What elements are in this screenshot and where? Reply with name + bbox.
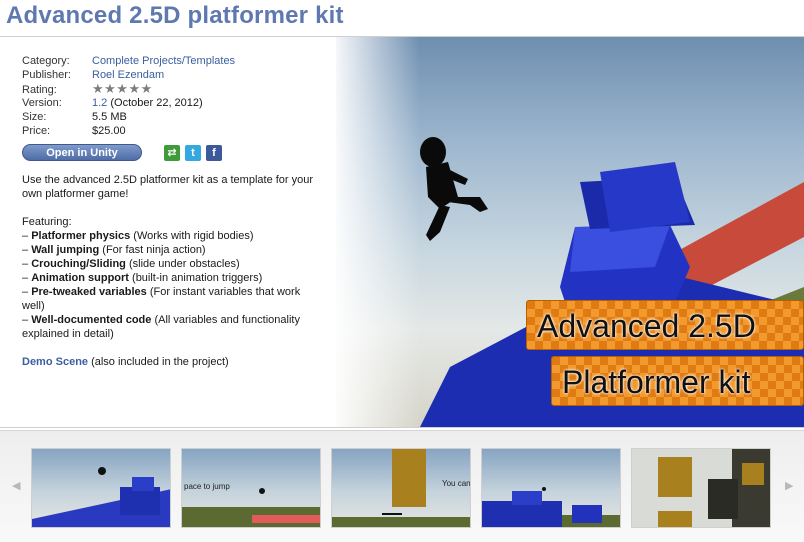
featuring-label: Featuring: <box>22 216 72 228</box>
meta-version: Version: 1.2 (October 22, 2012) <box>22 96 235 110</box>
ninja-character <box>420 137 488 241</box>
thumbnail-strip: ◀ ▶ pace to jump You can <box>0 430 804 542</box>
meta-rating: Rating: ★★★★★ <box>22 81 235 97</box>
meta-category: Category: Complete Projects/Templates <box>22 54 235 68</box>
hero-banner-subtitle: Platformer kit <box>551 356 804 406</box>
product-info: Category: Complete Projects/Templates Pub… <box>0 37 336 427</box>
thumbnail[interactable] <box>31 448 171 528</box>
thumbnail[interactable]: You can <box>331 448 471 528</box>
demo-scene-link[interactable]: Demo Scene <box>22 356 88 368</box>
feature-item: – Well-documented code (All variables an… <box>22 314 300 340</box>
thumbnail-scene <box>482 487 620 527</box>
next-arrow-icon[interactable]: ▶ <box>785 479 793 492</box>
share-icon[interactable]: ⇄ <box>164 145 180 161</box>
rating-label: Rating: <box>22 84 57 96</box>
product-panel: Category: Complete Projects/Templates Pub… <box>0 36 804 428</box>
price-value: $25.00 <box>92 125 126 137</box>
hero-image: Advanced 2.5D Platformer kit <box>330 37 804 427</box>
meta-size: Size: 5.5 MB <box>22 110 235 124</box>
feature-item: – Pre-tweaked variables (For instant var… <box>22 286 301 312</box>
thumbnail-scene <box>632 449 770 527</box>
category-link[interactable]: Complete Projects/Templates <box>92 55 235 67</box>
thumbnail[interactable]: pace to jump <box>181 448 321 528</box>
version-date: (October 22, 2012) <box>110 97 203 109</box>
thumbnail-caption: pace to jump <box>184 482 230 491</box>
thumbnail-caption: You can <box>442 479 471 488</box>
size-value: 5.5 MB <box>92 111 127 123</box>
hero-banner-line2: Platformer kit <box>562 364 751 400</box>
open-in-unity-button[interactable]: Open in Unity <box>22 144 142 161</box>
demo-line: Demo Scene (also included in the project… <box>22 356 229 368</box>
description-intro: Use the advanced 2.5D platformer kit as … <box>22 174 314 200</box>
facebook-icon[interactable]: f <box>206 145 222 161</box>
hero-blue-block-shade <box>570 225 670 272</box>
feature-item: – Wall jumping (For fast ninja action) <box>22 244 206 256</box>
hero-blue-cube <box>600 162 690 232</box>
publisher-label: Publisher: <box>22 69 71 81</box>
page-title: Advanced 2.5D platformer kit <box>6 2 344 29</box>
version-label: Version: <box>22 97 62 109</box>
hero-banner-line1: Advanced 2.5D <box>537 308 756 344</box>
publisher-link[interactable]: Roel Ezendam <box>92 69 164 81</box>
feature-item: – Crouching/Sliding (slide under obstacl… <box>22 258 240 270</box>
meta-publisher: Publisher: Roel Ezendam <box>22 68 235 82</box>
thumbnail-scene <box>32 467 170 527</box>
feature-item: – Animation support (built-in animation … <box>22 272 263 284</box>
hero-banner-title: Advanced 2.5D <box>526 300 804 350</box>
version-link[interactable]: 1.2 <box>92 97 107 109</box>
thumbnail-scene <box>332 449 470 527</box>
rating-stars: ★★★★★ <box>92 81 153 96</box>
category-label: Category: <box>22 55 70 67</box>
description: Use the advanced 2.5D platformer kit as … <box>22 173 322 369</box>
twitter-icon[interactable]: t <box>185 145 201 161</box>
thumbnail[interactable] <box>631 448 771 528</box>
size-label: Size: <box>22 111 47 123</box>
prev-arrow-icon[interactable]: ◀ <box>12 479 20 492</box>
meta-list: Category: Complete Projects/Templates Pub… <box>22 54 235 138</box>
feature-item: – Platformer physics (Works with rigid b… <box>22 230 254 242</box>
thumbnail[interactable] <box>481 448 621 528</box>
hero-fade <box>330 37 420 427</box>
price-label: Price: <box>22 125 51 137</box>
meta-price: Price: $25.00 <box>22 124 235 138</box>
